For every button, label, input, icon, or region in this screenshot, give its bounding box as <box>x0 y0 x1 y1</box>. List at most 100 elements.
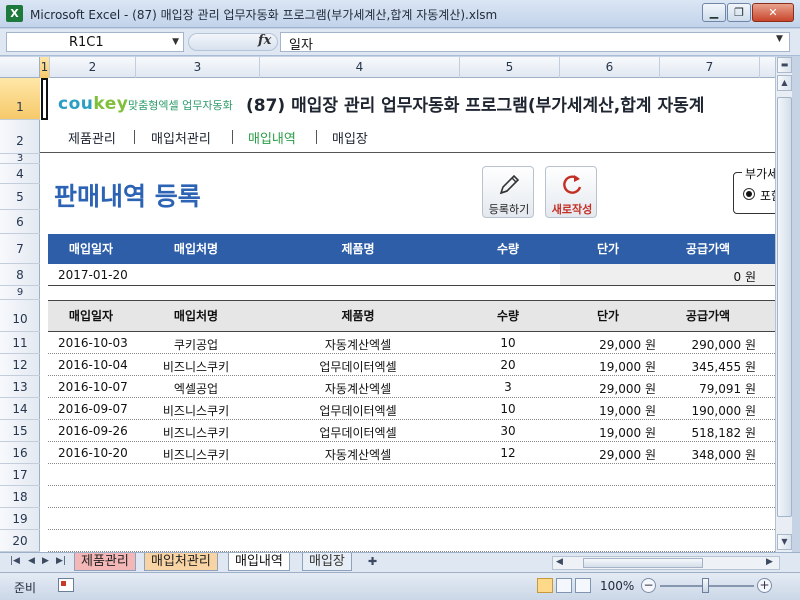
normal-view-icon[interactable] <box>537 578 553 593</box>
select-all-corner[interactable] <box>0 57 40 78</box>
row-product: 자동계산엑셀 <box>324 382 392 396</box>
row-header-4[interactable]: 4 <box>0 164 40 184</box>
sheet-tab-purchase-ledger[interactable]: 매입장 <box>302 553 352 571</box>
name-box[interactable]: R1C1 ▼ <box>6 32 184 52</box>
table-row[interactable] <box>48 464 775 486</box>
logo-text-main: cou <box>58 94 94 114</box>
chevron-down-icon[interactable]: ▼ <box>172 37 179 47</box>
column-header-5[interactable]: 5 <box>460 57 560 78</box>
page-break-view-icon[interactable] <box>575 578 591 593</box>
new-entry-button[interactable]: 새로작성 <box>545 166 597 218</box>
nav-item-purchase-ledger[interactable]: 매입장 <box>332 128 368 147</box>
row-header-13[interactable]: 13 <box>0 376 40 398</box>
row-header-10[interactable]: 10 <box>0 300 40 332</box>
zoom-level[interactable]: 100% <box>600 579 634 593</box>
column-header-4[interactable]: 4 <box>260 57 460 78</box>
nav-item-purchase-history[interactable]: 매입내역 <box>248 128 296 147</box>
next-sheet-icon[interactable]: ▶ <box>42 556 49 566</box>
formula-input[interactable]: 일자 <box>280 32 790 53</box>
row-header-11[interactable]: 11 <box>0 332 40 354</box>
vat-include-label[interactable]: 포함 <box>760 187 775 204</box>
zoom-slider-thumb[interactable] <box>702 578 709 593</box>
refresh-icon <box>563 175 582 194</box>
table-row[interactable] <box>48 530 775 552</box>
sheet-tab-purchase-history[interactable]: 매입내역 <box>228 553 290 571</box>
nav-item-vendors[interactable]: 매입처관리 <box>151 128 211 147</box>
close-button[interactable]: ✕ <box>752 3 794 22</box>
scroll-up-icon[interactable]: ▲ <box>777 75 792 91</box>
col-header-qty: 수량 <box>496 309 520 323</box>
row-header-1[interactable]: 1 <box>0 78 40 120</box>
first-sheet-icon[interactable]: |◀ <box>10 556 20 566</box>
scroll-right-icon[interactable]: ▶ <box>766 557 773 567</box>
row-date: 2016-09-26 <box>58 424 128 438</box>
vat-include-radio[interactable] <box>743 188 755 200</box>
nav-separator <box>232 130 233 144</box>
zoom-out-button[interactable]: − <box>641 578 656 593</box>
col-header-vendor: 매입처명 <box>173 242 219 256</box>
row-header-17[interactable]: 17 <box>0 464 40 486</box>
sheet-tab-vendors[interactable]: 매입처관리 <box>144 553 218 571</box>
col-header-price: 단가 <box>596 242 620 256</box>
maximize-button[interactable]: ❐ <box>727 3 751 22</box>
row-qty: 10 <box>500 402 516 416</box>
prev-sheet-icon[interactable]: ◀ <box>28 556 35 566</box>
row-qty: 30 <box>500 424 516 438</box>
scroll-left-icon[interactable]: ◀ <box>556 557 563 567</box>
row-header-5[interactable]: 5 <box>0 184 40 210</box>
horizontal-scroll-thumb[interactable] <box>583 558 703 568</box>
row-price: 29,000 원 <box>599 382 656 396</box>
insert-sheet-icon[interactable]: ✚ <box>368 555 377 568</box>
page-layout-view-icon[interactable] <box>556 578 572 593</box>
sheet-tab-products[interactable]: 제품관리 <box>74 553 136 571</box>
expand-formula-icon[interactable]: ▼ <box>776 34 783 44</box>
column-headers: 1 2 3 4 5 6 7 <box>0 57 780 78</box>
excel-app-icon[interactable]: X <box>6 5 23 22</box>
macro-record-icon[interactable] <box>58 578 74 592</box>
register-button[interactable]: 등록하기 <box>482 166 534 218</box>
col-header-vendor: 매입처명 <box>173 309 219 323</box>
list-table-header: 매입일자 매입처명 제품명 수량 단가 공급가액 <box>48 300 775 332</box>
insert-function-icon[interactable]: fx <box>258 33 271 48</box>
nav-item-products[interactable]: 제품관리 <box>68 128 116 147</box>
split-handle-icon[interactable]: ▬ <box>777 57 792 73</box>
sheet-tab-bar: |◀ ◀ ▶ ▶| 제품관리 매입처관리 매입내역 매입장 ✚ ◀ ▶ <box>0 552 800 572</box>
vertical-scrollbar[interactable]: ▬ ▲ ▼ <box>775 57 792 552</box>
worksheet-grid[interactable]: coukey 맞춤형엑셀 업무자동화 (87) 매입장 관리 업무자동화 프로그… <box>40 78 775 552</box>
column-header-1[interactable]: 1 <box>40 57 50 78</box>
row-product: 업무데이터엑셀 <box>319 404 397 418</box>
row-vendor: 쿠키공업 <box>173 338 219 352</box>
minimize-button[interactable]: ▁ <box>702 3 726 22</box>
zoom-in-button[interactable]: + <box>757 578 772 593</box>
column-header-7[interactable]: 7 <box>660 57 760 78</box>
pencil-icon <box>499 174 520 195</box>
vertical-scroll-thumb[interactable] <box>777 97 792 517</box>
column-header-3[interactable]: 3 <box>136 57 260 78</box>
row-header-2[interactable]: 2 <box>0 120 40 154</box>
row-header-7[interactable]: 7 <box>0 234 40 264</box>
formula-bar: R1C1 ▼ fx 일자 <box>0 29 800 56</box>
row-header-9[interactable]: 9 <box>0 286 40 300</box>
table-row[interactable] <box>48 508 775 530</box>
column-header-2[interactable]: 2 <box>50 57 136 78</box>
row-header-12[interactable]: 12 <box>0 354 40 376</box>
row-header-3[interactable]: 3 <box>0 154 40 164</box>
row-header-15[interactable]: 15 <box>0 420 40 442</box>
scroll-down-icon[interactable]: ▼ <box>777 534 792 550</box>
row-header-8[interactable]: 8 <box>0 264 40 286</box>
row-header-20[interactable]: 20 <box>0 530 40 552</box>
row-header-18[interactable]: 18 <box>0 486 40 508</box>
column-header-6[interactable]: 6 <box>560 57 660 78</box>
last-sheet-icon[interactable]: ▶| <box>56 556 66 566</box>
row-header-6[interactable]: 6 <box>0 210 40 234</box>
row-header-16[interactable]: 16 <box>0 442 40 464</box>
row-headers: 1 2 3 4 5 6 7 8 9 10 11 12 13 14 15 16 1… <box>0 78 40 552</box>
row-vendor: 엑셀공업 <box>173 382 219 396</box>
window-title: Microsoft Excel - (87) 매입장 관리 업무자동화 프로그램… <box>30 8 498 22</box>
input-date-field[interactable]: 2017-01-20 <box>58 268 128 282</box>
horizontal-scrollbar[interactable]: ◀ ▶ <box>552 556 780 570</box>
row-header-14[interactable]: 14 <box>0 398 40 420</box>
row-header-19[interactable]: 19 <box>0 508 40 530</box>
coukey-logo: coukey <box>58 94 128 114</box>
table-row[interactable] <box>48 486 775 508</box>
